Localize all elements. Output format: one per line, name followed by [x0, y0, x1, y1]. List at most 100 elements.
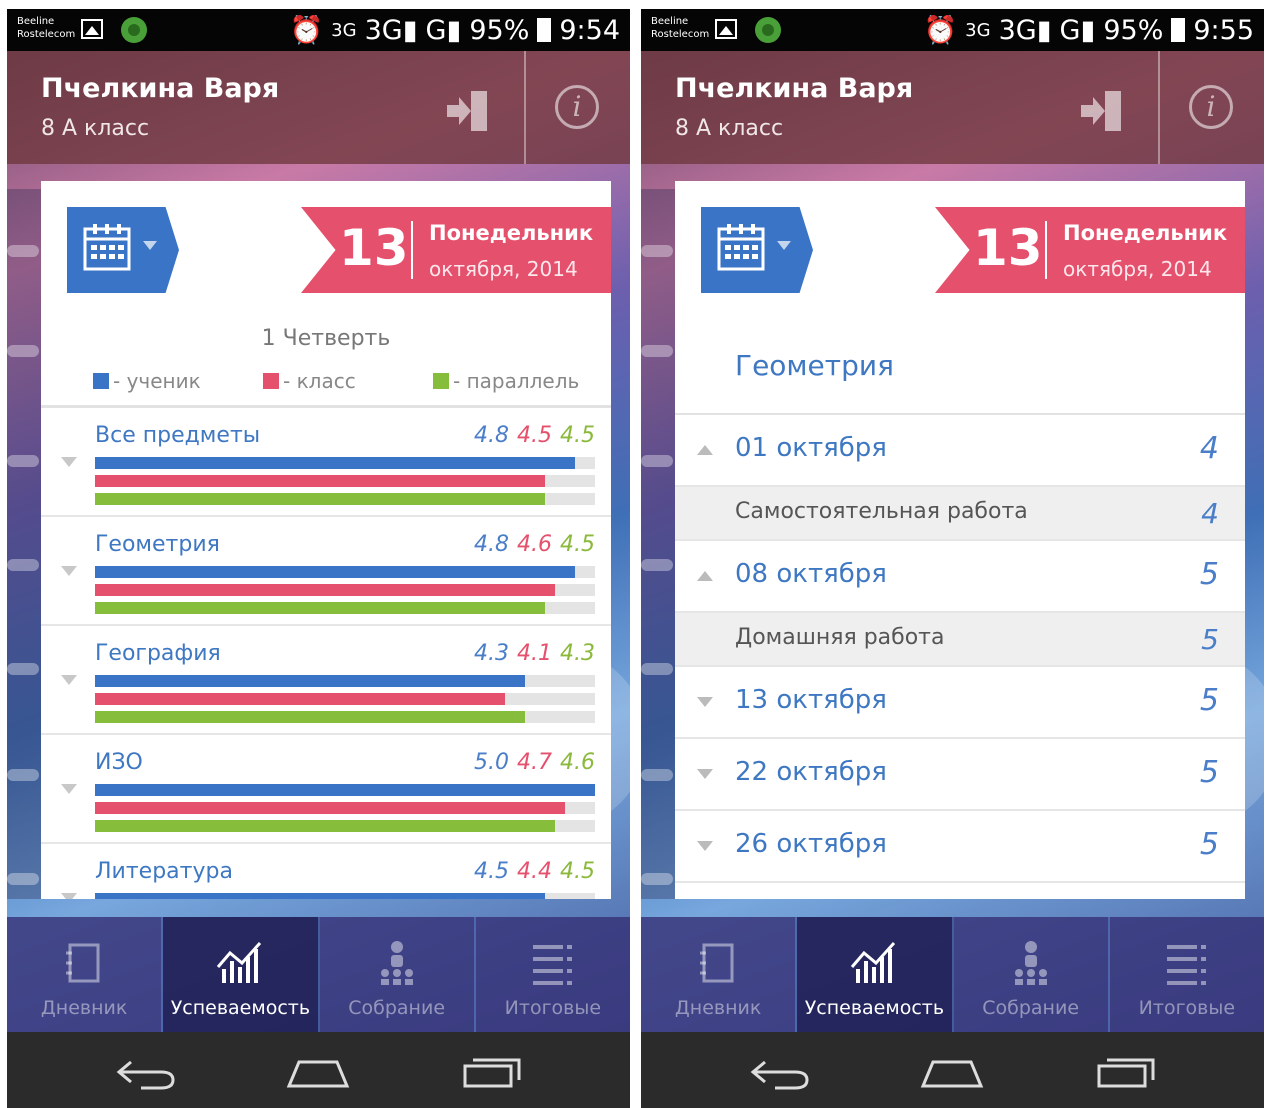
tab-meeting-label: Собрание	[348, 997, 446, 1019]
score-parallel: 4.6	[560, 750, 595, 775]
work-grade: 4	[1201, 497, 1219, 530]
grade-work-row: Самостоятельная работа 4	[675, 487, 1245, 541]
date-weekday: Понедельник	[429, 221, 594, 245]
signal-sim1: 3G▮	[364, 14, 418, 46]
chevron-down-icon	[697, 841, 713, 851]
work-type: Самостоятельная работа	[735, 499, 1028, 524]
legend-class-swatch	[263, 373, 279, 389]
clock: 9:55	[1193, 14, 1254, 46]
binder-rings	[641, 189, 675, 899]
subject-scores: 4.3 4.1 4.3	[474, 641, 595, 666]
subject-row[interactable]: Геометрия 4.8 4.6 4.5	[41, 518, 611, 626]
final-grades-icon	[532, 945, 572, 985]
calendar-button[interactable]	[701, 207, 813, 293]
tab-final-grades[interactable]: Итоговые	[1110, 917, 1264, 1032]
chevron-down-icon	[61, 893, 77, 899]
grade-date-row[interactable]: 26 октября 5	[675, 811, 1245, 883]
bar-parallel	[95, 711, 525, 723]
exit-icon[interactable]	[1079, 88, 1127, 134]
calendar-icon	[717, 224, 765, 271]
home-icon[interactable]	[283, 1052, 353, 1092]
legend-parallel: - параллель	[433, 369, 579, 393]
profile-header: Пчелкина Варя 8 А класс i	[641, 51, 1264, 164]
chevron-down-icon	[61, 675, 77, 685]
tab-meeting[interactable]: Собрание	[954, 917, 1110, 1032]
bar-track-class	[95, 693, 595, 705]
signal-sim2: G▮	[425, 14, 462, 46]
bar-track-student	[95, 893, 595, 899]
tab-meeting-label: Собрание	[982, 997, 1080, 1019]
subject-row[interactable]: ИЗО 5.0 4.7 4.6	[41, 736, 611, 844]
diary-icon	[700, 943, 734, 983]
quarter-label: 1 Четверть	[261, 326, 391, 351]
recents-icon[interactable]	[459, 1052, 529, 1092]
subject-name: Геометрия	[95, 532, 220, 557]
tab-meeting[interactable]: Собрание	[320, 917, 476, 1032]
subject-row[interactable]: Литература 4.5 4.4 4.5	[41, 845, 611, 899]
tab-final-grades[interactable]: Итоговые	[476, 917, 630, 1032]
recents-icon[interactable]	[1093, 1052, 1163, 1092]
tab-diary[interactable]: Дневник	[641, 917, 798, 1032]
header-divider	[1158, 51, 1160, 164]
status-bar: Beeline Rostelecom ⏰ 3G 3G▮ G▮ 95% 9:55	[641, 9, 1264, 51]
tab-progress[interactable]: Успеваемость	[797, 917, 954, 1032]
carrier-labels: Beeline Rostelecom	[651, 15, 709, 41]
work-type: Домашняя работа	[735, 625, 945, 650]
grade-date: 01 октября	[735, 433, 887, 463]
grade-date-row[interactable]: 01 октября 4	[675, 415, 1245, 487]
date-day: 13	[973, 219, 1043, 277]
subject-scores: 4.8 4.5 4.5	[474, 423, 595, 448]
meeting-icon	[1014, 941, 1047, 985]
exit-icon[interactable]	[445, 88, 493, 134]
calendar-button[interactable]	[67, 207, 179, 293]
info-icon[interactable]: i	[1189, 85, 1233, 129]
bar-student	[95, 893, 545, 899]
bottom-tab-bar: Дневник Успеваемость Собрание Итоговые	[7, 917, 630, 1032]
bar-track-parallel	[95, 602, 595, 614]
date-banner: 13 Понедельник октября, 2014	[935, 207, 1245, 293]
status-bar: Beeline Rostelecom ⏰ 3G 3G▮ G▮ 95% 9:54	[7, 9, 630, 51]
meeting-icon	[380, 941, 413, 985]
date-month-year: октября, 2014	[1063, 257, 1212, 281]
grade-value: 5	[1199, 827, 1219, 862]
subject-row[interactable]: Все предметы 4.8 4.5 4.5	[41, 409, 611, 517]
work-grade: 5	[1201, 623, 1219, 656]
bar-student	[95, 566, 575, 578]
network-3g-indicator: 3G	[331, 19, 357, 41]
progress-chart-icon	[217, 941, 262, 983]
grade-date-row[interactable]: 22 октября 5	[675, 739, 1245, 811]
back-icon[interactable]	[111, 1052, 181, 1092]
tab-final-grades-label: Итоговые	[504, 997, 602, 1019]
subject-name: География	[95, 641, 221, 666]
alarm-icon: ⏰	[289, 15, 324, 46]
info-icon[interactable]: i	[555, 85, 599, 129]
chevron-down-icon	[697, 697, 713, 707]
signal-sim2: G▮	[1059, 14, 1096, 46]
calendar-icon	[83, 224, 131, 271]
date-banner: 13 Понедельник октября, 2014	[301, 207, 611, 293]
bar-track-student	[95, 566, 595, 578]
home-icon[interactable]	[917, 1052, 987, 1092]
grade-date-row[interactable]: 08 октября 5	[675, 541, 1245, 613]
subject-title: Геометрия	[735, 349, 894, 382]
carrier-2: Rostelecom	[651, 29, 710, 40]
chevron-down-icon	[777, 241, 791, 250]
subject-scores: 5.0 4.7 4.6	[474, 750, 595, 775]
tab-progress-label: Успеваемость	[804, 997, 945, 1019]
back-icon[interactable]	[745, 1052, 815, 1092]
bar-track-student	[95, 675, 595, 687]
legend-student-label: - ученик	[113, 369, 201, 393]
legend-student-swatch	[93, 373, 109, 389]
grade-date-row[interactable]: 13 октября 5	[675, 667, 1245, 739]
tab-diary[interactable]: Дневник	[7, 917, 164, 1032]
progress-chart-icon	[851, 941, 896, 983]
battery-percent: 95%	[1103, 14, 1164, 46]
app-notification-icon	[121, 17, 147, 43]
score-student: 4.3	[474, 641, 509, 666]
chevron-down-icon	[61, 566, 77, 576]
legend-class-label: - класс	[283, 369, 356, 393]
chevron-down-icon	[61, 457, 77, 467]
subject-row[interactable]: География 4.3 4.1 4.3	[41, 627, 611, 735]
grade-work-row: Домашняя работа 5	[675, 613, 1245, 667]
tab-progress[interactable]: Успеваемость	[163, 917, 320, 1032]
